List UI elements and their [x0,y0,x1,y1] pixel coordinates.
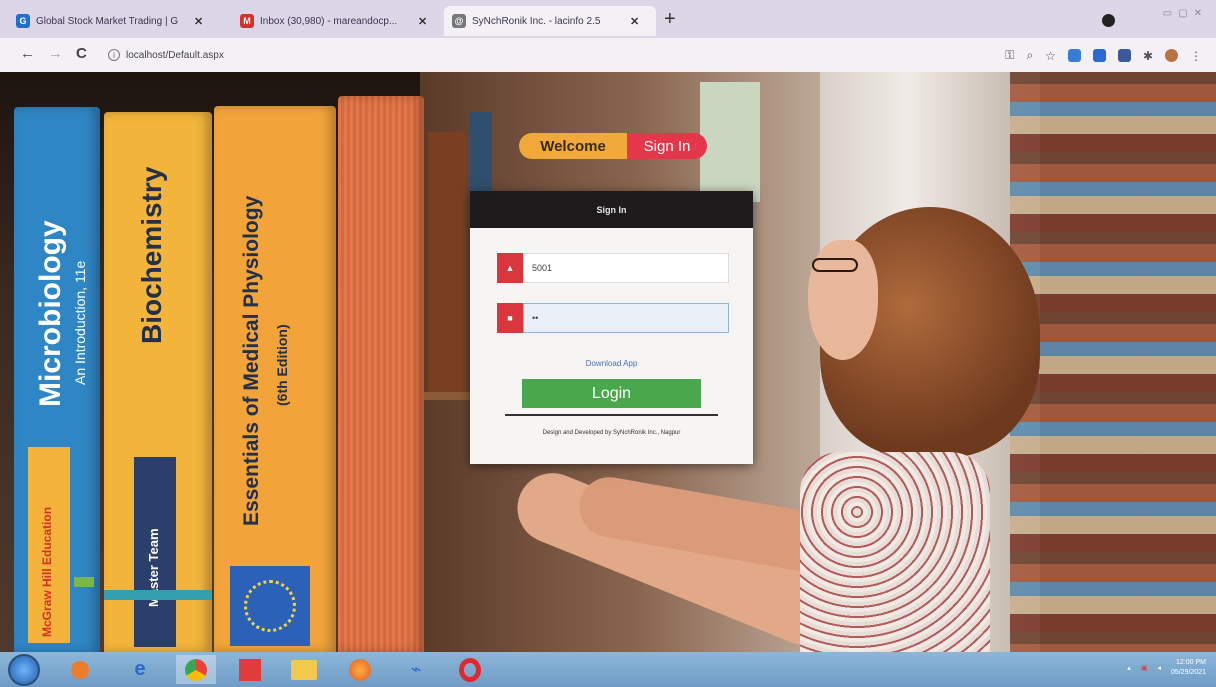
username-field: ▲ [497,253,729,283]
signin-card-header: Sign In [470,191,753,228]
media-player-icon[interactable] [60,655,100,684]
back-button[interactable]: ← [20,46,35,62]
book-stripe [74,577,94,587]
eu-flag-emblem [230,566,310,646]
login-button[interactable]: Login [522,379,701,408]
tray-arrow-icon[interactable]: ▴ [1127,664,1131,672]
book-stripe [104,590,212,600]
puzzle-extensions-icon[interactable]: ✱ [1143,49,1153,63]
signin-tab[interactable]: Sign In [627,133,707,159]
address-bar[interactable]: i localhost/Default.aspx [108,45,948,65]
close-tab-icon[interactable]: ✕ [418,15,427,28]
zoom-icon[interactable]: ⌕ [1026,48,1033,63]
forward-button[interactable]: → [48,46,63,62]
new-tab-button[interactable]: + [664,9,676,29]
user-icon: ▲ [497,253,523,283]
firefox-icon[interactable] [340,655,380,684]
extension-icon[interactable] [1117,49,1131,62]
url-text: localhost/Default.aspx [126,49,224,61]
book-subtitle: An Introduction, 11e [72,260,88,385]
close-window-icon[interactable]: ✕ [1194,8,1202,19]
toolbar-icons: ⚿ ⌕ ☆ ✱ ⋮ [1005,48,1202,63]
book-spine [428,132,466,392]
author-band: Master Team [134,457,176,647]
taskbar: e ⌁ ▴ ▣ ◂ 12:00 PM 05/29/2021 [0,652,1216,687]
glasses [812,258,858,272]
username-input[interactable] [523,253,729,283]
download-app-link[interactable]: Download App [470,359,753,368]
tab-title: Global Stock Market Trading | G [36,15,179,27]
book-title: Essentials of Medical Physiology [240,195,263,526]
site-favicon-icon: @ [452,14,466,28]
key-icon[interactable]: ⚿ [1005,48,1014,63]
volume-icon[interactable]: ◂ [1157,664,1161,672]
opera-icon[interactable] [450,655,490,684]
tab-title: Inbox (30,980) - mareandocp... [260,15,398,27]
eu-stars-icon [244,580,296,632]
chrome-icon[interactable] [176,655,216,684]
microbiology-book: Microbiology An Introduction, 11e McGraw… [14,107,100,652]
gmail-favicon-icon: M [240,14,254,28]
network-tray-icon[interactable]: ▣ [1141,664,1148,672]
browser-tab-active[interactable]: @ SyNchRonik Inc. - lacinfo 2.5 ✕ [444,6,656,36]
extension-icon[interactable] [1067,49,1081,62]
clock[interactable]: 12:00 PM 05/29/2021 [1171,658,1206,678]
extension-icon[interactable] [1092,49,1106,62]
physiology-book: Essentials of Medical Physiology (6th Ed… [214,106,336,652]
book-subtitle: (6th Edition) [274,324,290,406]
book-spine [470,112,492,192]
biochemistry-book: Biochemistry Master Team [104,112,212,652]
close-tab-icon[interactable]: ✕ [630,15,639,28]
site-info-icon[interactable]: i [108,49,120,61]
woman-body [800,452,990,652]
file-explorer-icon[interactable] [284,655,324,684]
password-input[interactable] [523,303,729,333]
system-tray: ▴ ▣ ◂ 12:00 PM 05/29/2021 [1127,658,1206,678]
signin-card: Sign In ▲ ■ Download App Login Design an… [470,191,753,464]
browser-tab[interactable]: M Inbox (30,980) - mareandocp... ✕ [232,6,440,36]
tab-strip: G Global Stock Market Trading | G ✕ M In… [0,0,1216,38]
menu-kebab-icon[interactable]: ⋮ [1190,49,1202,63]
book-title: Biochemistry [136,166,167,344]
internet-explorer-icon[interactable]: e [120,655,160,684]
book-publisher: McGraw Hill Education [40,506,54,637]
credits-text: Design and Developed by SyNchRonik Inc.,… [542,430,681,436]
window-controls: ▭ ▢ ✕ [1163,8,1202,19]
book-title: Microbiology [34,220,67,407]
clock-date: 05/29/2021 [1170,669,1206,676]
reload-button[interactable]: C [76,46,87,62]
bookmark-star-icon[interactable]: ☆ [1045,49,1056,63]
book-spine [700,82,760,202]
start-button[interactable] [8,654,40,686]
minimize-icon[interactable]: ▭ [1163,8,1172,19]
anydesk-icon[interactable] [230,655,270,684]
stock-site-favicon-icon: G [16,14,30,28]
browser-toolbar: ← → C i localhost/Default.aspx ⚿ ⌕ ☆ ✱ ⋮ [0,38,1216,72]
tab-title: SyNchRonik Inc. - lacinfo 2.5 [472,15,601,27]
password-field: ■ [497,303,729,333]
welcome-label: Welcome [519,133,627,159]
divider [505,414,718,416]
maximize-icon[interactable]: ▢ [1178,8,1187,19]
browser-tab[interactable]: G Global Stock Market Trading | G ✕ [8,6,230,36]
publisher-band: McGraw Hill Education [28,447,70,643]
login-page-background: Microbiology An Introduction, 11e McGraw… [0,72,1216,652]
network-app-icon[interactable]: ⌁ [396,655,436,684]
avatar[interactable] [1165,49,1178,62]
welcome-signin-pill: Welcome Sign In [519,133,707,159]
orange-book [338,96,424,652]
clock-time: 12:00 PM [1176,659,1206,666]
profile-icon[interactable] [1102,14,1115,27]
library-shelves-background [1010,72,1216,652]
lock-icon: ■ [497,303,523,333]
close-tab-icon[interactable]: ✕ [194,15,203,28]
